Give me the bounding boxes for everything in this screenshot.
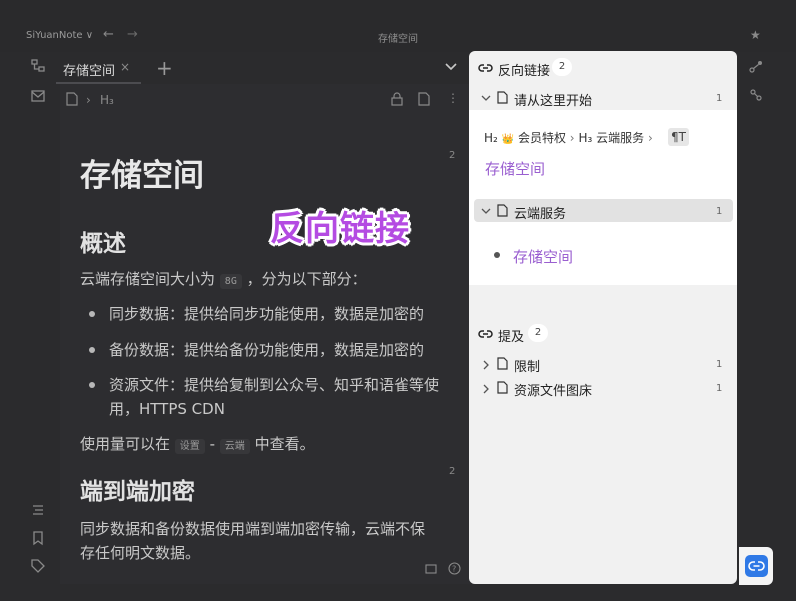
backlinks-title: 反向链接 — [498, 64, 551, 79]
path-separator-icon: › — [647, 131, 653, 145]
chevron-right-icon[interactable] — [481, 359, 491, 371]
list-item-continuation[interactable]: 用，HTTPS CDN — [109, 397, 225, 421]
heading-level-label: H₃ — [578, 131, 593, 145]
inline-code-settings: 设置 — [174, 439, 205, 454]
global-graph-icon[interactable] — [749, 88, 763, 102]
list-item[interactable]: 备份数据：提供给备份功能使用，数据是加密的 — [109, 338, 424, 362]
mention-doc-label[interactable]: 资源文件图床 — [514, 380, 592, 399]
paragraph-icon[interactable]: ¶T — [668, 128, 689, 146]
list-item[interactable]: 资源文件：提供给复制到公众号、知乎和语雀等使 — [109, 373, 439, 397]
link-icon — [478, 61, 493, 75]
doc-info-icon[interactable] — [418, 92, 430, 106]
document-icon — [497, 204, 508, 217]
bookmark-icon[interactable] — [30, 530, 46, 546]
tab-dropdown-icon[interactable] — [444, 60, 458, 74]
svg-text:?: ? — [452, 565, 456, 574]
back-arrow-icon[interactable]: ← — [103, 27, 114, 42]
chevron-down-icon[interactable] — [480, 206, 492, 216]
chevron-right-icon[interactable] — [481, 383, 491, 395]
mention-doc-count: 1 — [716, 383, 723, 394]
document-icon[interactable] — [66, 92, 78, 106]
backlink-ref-link[interactable]: 存储空间 — [513, 246, 573, 267]
outline-icon[interactable] — [30, 502, 46, 518]
gutter-mark: 2 — [449, 466, 456, 477]
document-icon — [497, 357, 508, 370]
backlinks-count-badge: 2 — [552, 58, 572, 76]
help-icon[interactable]: ? — [448, 562, 461, 575]
chevron-down-icon: ∨ — [85, 30, 94, 41]
backlink-doc-row-selected[interactable] — [474, 199, 733, 222]
mentions-count-badge: 2 — [528, 324, 548, 342]
app-name: SiYuanNote — [26, 30, 83, 41]
bullet-icon — [89, 382, 95, 388]
intro-paragraph[interactable]: 云端存储空间大小为 8G ，分为以下部分： — [80, 267, 367, 294]
tab-close-icon[interactable]: × — [120, 60, 130, 74]
breadcrumb-heading[interactable]: H₃ — [100, 93, 114, 107]
pin-icon[interactable]: ★ — [750, 28, 761, 42]
more-icon[interactable]: ⋮ — [447, 91, 459, 105]
backlink-path: H₂ 👑 会员特权 › H₃ 云端服务 › — [484, 129, 653, 146]
add-tab-button[interactable]: + — [156, 56, 173, 80]
mention-doc-label[interactable]: 限制 — [514, 356, 540, 375]
breadcrumb-separator-icon: › — [86, 93, 91, 107]
forward-arrow-icon[interactable]: → — [127, 27, 138, 42]
usage-paragraph[interactable]: 使用量可以在 设置 - 云端 中查看。 — [80, 432, 315, 459]
tag-icon[interactable] — [30, 558, 46, 574]
app-menu[interactable]: SiYuanNote ∨ — [26, 30, 93, 41]
path-separator-icon: › — [569, 131, 575, 145]
crown-icon: 👑 — [501, 134, 515, 145]
backlink-doc-count: 1 — [716, 93, 723, 104]
bullet-icon — [494, 252, 500, 258]
intro-text-before: 云端存储空间大小为 — [80, 270, 216, 288]
section-heading-overview[interactable]: 概述 — [80, 224, 126, 258]
mention-doc-count: 1 — [716, 359, 723, 370]
usage-dash: - — [209, 435, 215, 453]
inbox-icon[interactable] — [30, 88, 46, 104]
bullet-icon — [89, 311, 95, 317]
document-icon — [497, 91, 508, 104]
lock-icon[interactable] — [391, 92, 403, 106]
backlink-doc-label[interactable]: 请从这里开始 — [514, 90, 592, 109]
backlink-toggle-button[interactable] — [745, 555, 768, 577]
mentions-title: 提及 — [498, 330, 525, 345]
heading-level-label: H₂ — [484, 131, 498, 145]
overlay-caption: 反向链接 — [270, 209, 410, 249]
bullet-icon — [89, 347, 95, 353]
keyboard-icon[interactable] — [425, 563, 437, 575]
backlink-doc-label[interactable]: 云端服务 — [514, 203, 566, 222]
path-item-label[interactable]: 会员特权 — [518, 131, 566, 145]
window-title: 存储空间 — [378, 34, 418, 45]
usage-text-after: 中查看。 — [254, 435, 315, 453]
link-icon — [478, 327, 493, 341]
backlink-ref-link[interactable]: 存储空间 — [485, 158, 545, 179]
file-tree-icon[interactable] — [30, 58, 46, 74]
list-item[interactable]: 同步数据：提供给同步功能使用，数据是加密的 — [109, 302, 424, 326]
document-title[interactable]: 存储空间 — [80, 150, 204, 195]
e2ee-paragraph-line[interactable]: 同步数据和备份数据使用端到端加密传输，云端不保 — [80, 517, 425, 541]
tab-document[interactable]: 存储空间 — [63, 60, 115, 79]
inline-code-cloud: 云端 — [219, 439, 250, 454]
document-icon — [497, 381, 508, 394]
e2ee-paragraph-line[interactable]: 存任何明文数据。 — [80, 541, 200, 565]
section-heading-e2ee[interactable]: 端到端加密 — [80, 472, 195, 506]
inline-code-size: 8G — [219, 274, 242, 289]
chevron-down-icon[interactable] — [480, 93, 492, 103]
gutter-mark: 2 — [449, 150, 456, 161]
usage-text-before: 使用量可以在 — [80, 435, 171, 453]
graph-icon[interactable] — [749, 60, 763, 74]
backlink-doc-count: 1 — [716, 206, 723, 217]
intro-text-after: ，分为以下部分： — [246, 270, 367, 288]
path-item-label[interactable]: 云端服务 — [596, 131, 644, 145]
